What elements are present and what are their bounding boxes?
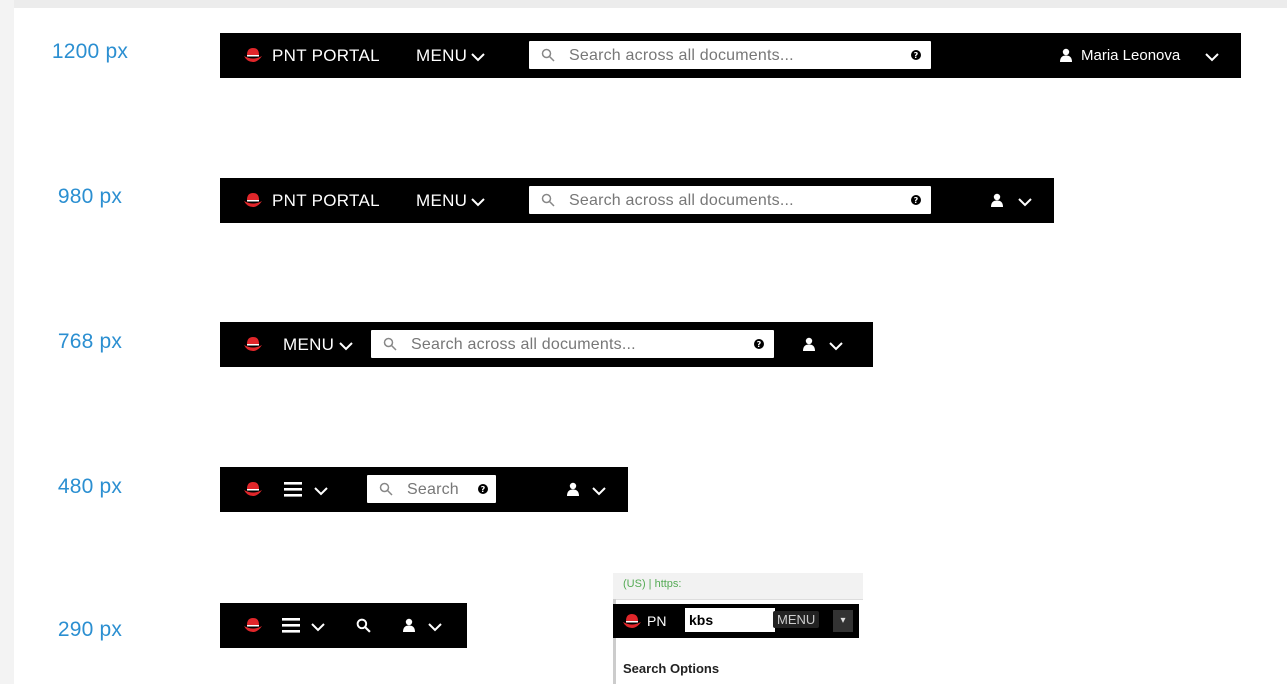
svg-text:?: ? [914,196,919,205]
inset-brand: PN [647,613,667,629]
chevron-down-icon[interactable] [1017,197,1033,207]
help-icon[interactable]: ? [911,195,921,205]
chevron-down-icon[interactable] [427,622,443,632]
chevron-down-icon[interactable] [313,486,329,496]
user-icon[interactable] [567,482,579,496]
left-shade [0,0,14,684]
chevron-down-icon[interactable] [828,341,844,351]
inset-header-bar: PN kbs MENU ▾ [613,604,859,638]
address-text: (US) | https: [623,578,682,590]
breakpoint-label-980: 980 px [57,185,123,208]
search-placeholder: Search across all documents... [411,336,636,353]
browser-address-bar: (US) | https: [613,573,863,600]
portal-brand[interactable]: PNT PORTAL [272,191,380,211]
chevron-down-icon[interactable] [310,622,326,632]
search-icon [379,482,393,496]
redhat-logo-icon [623,614,641,628]
menu-button[interactable]: MENU [416,46,467,66]
help-icon[interactable]: ? [911,50,921,60]
breakpoint-label-480: 480 px [57,475,123,498]
header-bar-980: PNT PORTAL MENU Search across all docume… [220,178,1054,223]
inset-search-text: kbs [689,612,714,628]
search-input[interactable]: Search across all documents... ? [529,41,931,69]
header-bar-1200: PNT PORTAL MENU Search across all docume… [220,33,1241,78]
help-icon[interactable]: ? [478,484,488,494]
hamburger-icon[interactable] [284,482,302,497]
user-icon[interactable] [1060,48,1072,62]
user-icon[interactable] [403,618,415,632]
redhat-logo-icon[interactable] [244,336,262,352]
hamburger-icon[interactable] [282,618,300,633]
inset-dropdown-caret[interactable]: ▾ [833,610,853,632]
menu-button[interactable]: MENU [416,191,467,211]
search-input[interactable]: Search ? [367,475,496,503]
search-icon [383,337,397,351]
svg-text:?: ? [481,485,486,494]
breakpoint-label-290: 290 px [57,618,123,641]
redhat-logo-icon[interactable] [244,481,262,497]
search-icon [541,48,555,62]
svg-text:?: ? [914,51,919,60]
search-icon[interactable] [356,618,371,633]
redhat-logo-icon[interactable] [244,617,262,633]
search-placeholder: Search [407,481,459,498]
header-bar-480: Search ? [220,467,628,512]
help-icon[interactable]: ? [754,339,764,349]
header-bar-290 [220,603,467,648]
search-input[interactable]: Search across all documents... ? [529,186,931,214]
mobile-screenshot-inset: (US) | https: PN kbs MENU ▾ Search Optio… [613,573,863,684]
top-shade [0,0,1287,8]
inset-search-field[interactable]: kbs [685,608,775,632]
search-input[interactable]: Search across all documents... ? [371,330,774,358]
chevron-down-icon[interactable] [1204,52,1220,62]
svg-text:?: ? [757,340,762,349]
chevron-down-icon[interactable] [338,341,354,351]
breakpoint-label-1200: 1200 px [51,40,129,63]
breakpoint-label-768: 768 px [57,330,123,353]
search-placeholder: Search across all documents... [569,192,794,209]
chevron-down-icon[interactable] [470,52,486,62]
chevron-down-icon[interactable] [591,486,607,496]
redhat-logo-icon[interactable] [244,192,262,208]
user-icon[interactable] [991,193,1003,207]
portal-brand[interactable]: PNT PORTAL [272,46,380,66]
header-bar-768: MENU Search across all documents... ? [220,322,873,367]
search-icon [541,193,555,207]
inset-menu-button[interactable]: MENU [773,611,820,628]
user-icon[interactable] [803,337,815,351]
menu-button[interactable]: MENU [283,335,334,355]
chevron-down-icon[interactable] [470,197,486,207]
search-options-heading: Search Options [623,661,720,676]
user-name[interactable]: Maria Leonova [1081,47,1180,64]
redhat-logo-icon[interactable] [244,47,262,63]
search-placeholder: Search across all documents... [569,47,794,64]
